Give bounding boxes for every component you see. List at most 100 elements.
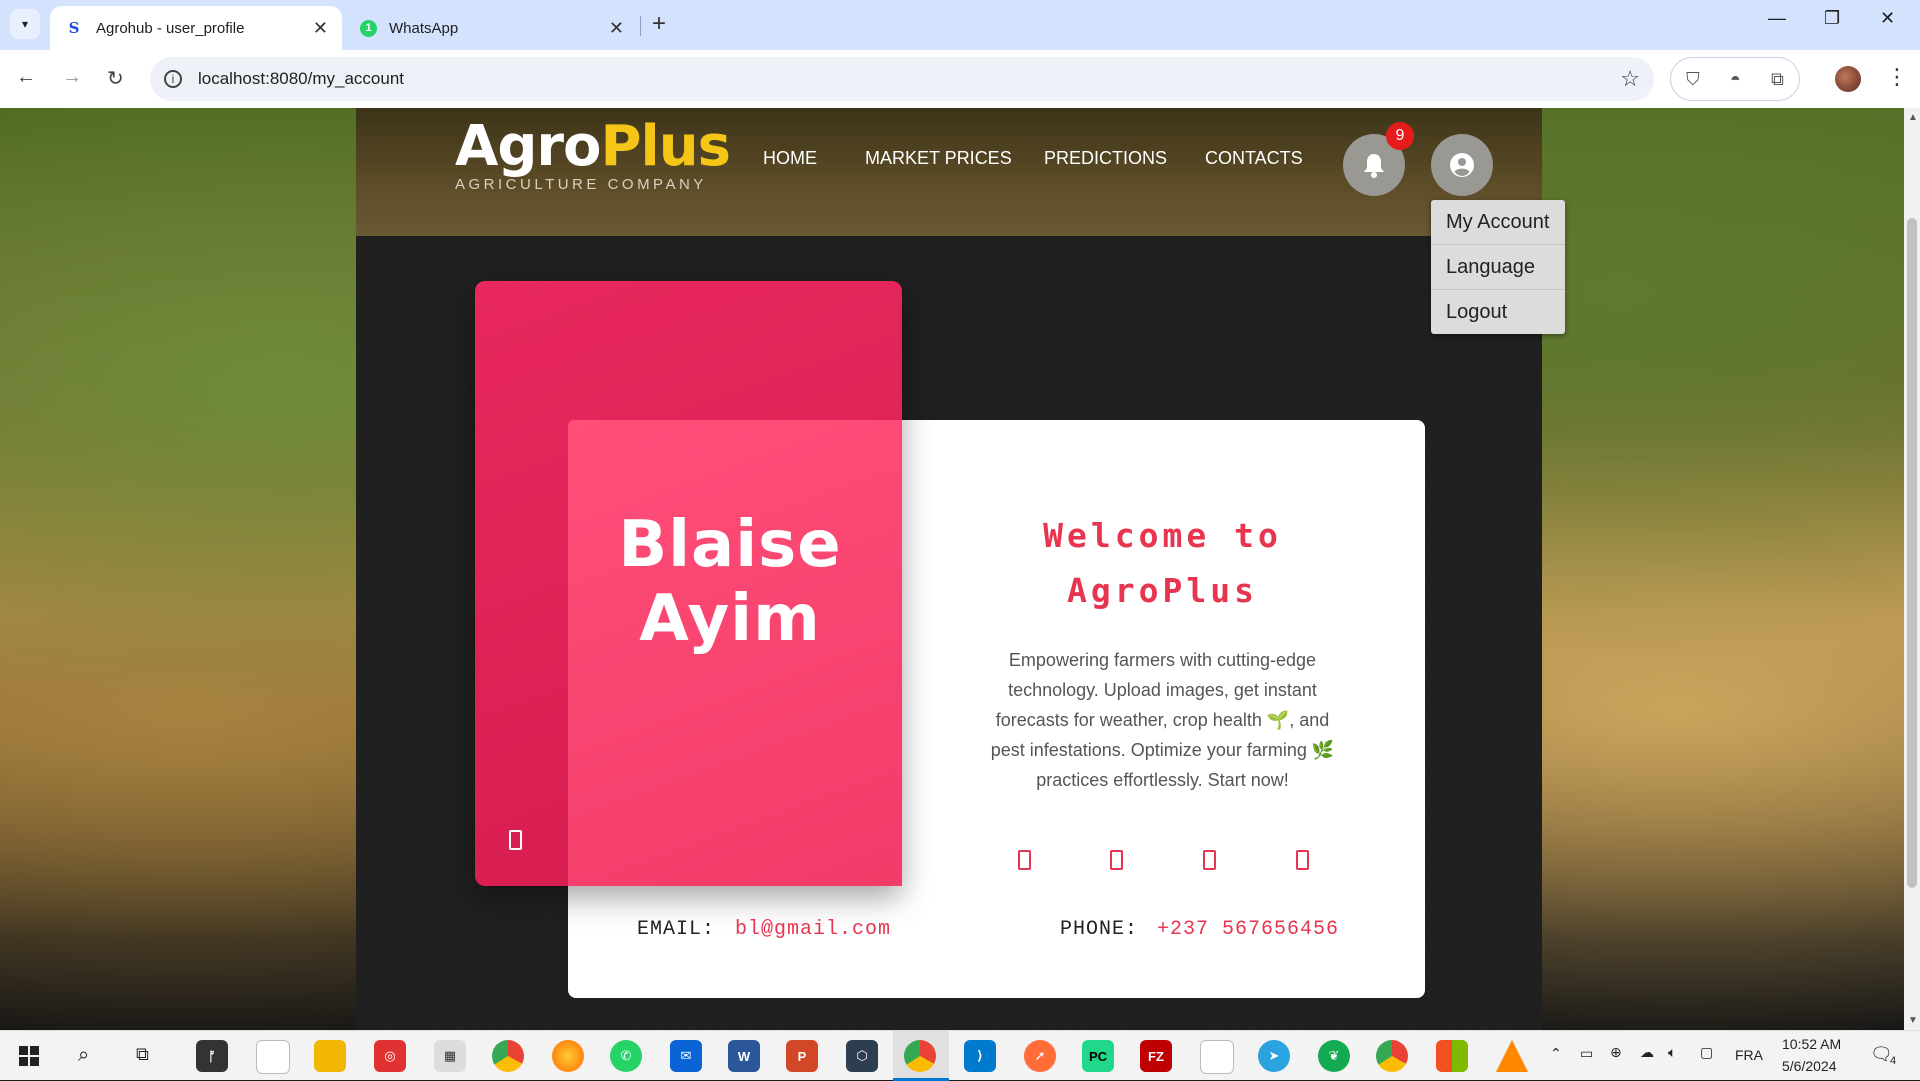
word-icon[interactable]: W [728,1040,760,1072]
phone-label: PHONE: [1060,918,1139,941]
incognito-extension-icon[interactable]: ◓ [1730,69,1741,90]
chrome-icon[interactable] [492,1040,524,1072]
browser-menu-icon[interactable]: ⋮ [1886,64,1908,90]
firefox-icon[interactable] [552,1040,584,1072]
task-view-icon[interactable]: ⧉ [136,1044,149,1065]
screen-recorder-icon[interactable]: ◎ [374,1040,406,1072]
extensions-group: ⛉ ◓ ⧉ [1670,57,1800,101]
minimize-icon[interactable]: — [1768,8,1786,29]
tab-whatsapp[interactable]: 1 WhatsApp ✕ [346,6,638,50]
meet-icon[interactable]: ▢ [1700,1044,1713,1061]
page-scrollbar[interactable]: ▲ ▼ [1904,108,1920,1030]
restore-icon[interactable]: ❐ [1824,8,1840,29]
forward-icon[interactable]: → [62,66,82,89]
back-icon[interactable]: ← [16,66,36,89]
powerpoint-icon[interactable]: P [786,1040,818,1072]
clock-date[interactable]: 5/6/2024 [1782,1058,1837,1074]
input-language[interactable]: FRA [1735,1047,1763,1063]
whatsapp-icon[interactable]: ✆ [610,1040,642,1072]
mail-icon[interactable]: ✉ [670,1040,702,1072]
profile-description: Empowering farmers with cutting-edge tec… [990,650,1335,790]
notification-count-badge: 9 [1386,122,1414,150]
social-link-1-icon[interactable] [1018,850,1031,870]
bell-icon [1364,154,1384,178]
search-icon[interactable]: ⌕ [78,1044,89,1067]
logo-tagline: AGRICULTURE COMPANY [455,176,707,193]
tab-search-chevron-icon[interactable]: ▾ [10,9,40,39]
nav-home[interactable]: HOME [763,148,817,169]
scroll-up-icon[interactable]: ▲ [1908,112,1918,123]
menu-item-language[interactable]: Language [1431,245,1565,290]
clock-time[interactable]: 10:52 AM [1782,1036,1841,1052]
account-button[interactable] [1431,134,1493,196]
windows-taskbar: ⌕ ⧉ ᚩ ◎ ▦ ✆ ✉ W P ⬡ ⟩ ➚ PC FZ ➤ ❦ ⌃ ▭ ⊕ … [0,1030,1920,1081]
menu-item-my-account[interactable]: My Account [1431,200,1565,245]
email-label: EMAIL: [637,918,716,941]
notepad-icon[interactable] [256,1040,290,1074]
url-text[interactable]: localhost:8080/my_account [198,69,404,89]
notification-center-count: 4 [1890,1055,1897,1067]
page-viewport: AgroPlus AGRICULTURE COMPANY HOME MARKET… [0,108,1904,1030]
pycharm-icon[interactable]: PC [1082,1040,1114,1072]
tab-title: WhatsApp [389,19,459,37]
chrome-active-icon[interactable] [904,1040,936,1072]
telegram-icon[interactable]: ➤ [1258,1040,1290,1072]
shield-extension-icon[interactable]: ⛉ [1686,69,1700,90]
account-dropdown-menu: My Account Language Logout [1431,200,1565,334]
logo-plus-text: Plus [600,114,731,179]
tab-agrohub[interactable]: S Agrohub - user_profile ✕ [50,6,342,50]
battery-icon[interactable]: ▭ [1580,1045,1593,1062]
scrollbar-thumb[interactable] [1907,218,1917,888]
site-logo[interactable]: AgroPlus [455,114,731,179]
agrohub-favicon-icon: S [68,19,80,37]
profile-name: Blaise Ayim [618,508,842,656]
chrome-profile-icon[interactable] [1376,1040,1408,1072]
nav-predictions[interactable]: PREDICTIONS [1044,148,1167,169]
menu-item-logout[interactable]: Logout [1431,290,1565,334]
welcome-heading: Welcome to AgroPlus [980,508,1345,618]
volume-icon[interactable]: 🔈︎ [1668,1044,1676,1061]
whatsapp-favicon-icon: 1 [360,19,377,37]
social-link-2-icon[interactable] [1110,850,1123,870]
document-icon[interactable] [1200,1040,1234,1074]
social-link-4-icon[interactable] [1296,850,1309,870]
bookmark-star-icon[interactable]: ☆ [1620,66,1640,92]
tab-title: Agrohub - user_profile [96,19,245,37]
close-window-icon[interactable]: ✕ [1880,8,1895,29]
globe-icon[interactable]: ⊕ [1610,1044,1622,1061]
winrar-icon[interactable] [1436,1040,1468,1072]
tray-chevron-up-icon[interactable]: ⌃ [1550,1045,1562,1062]
nav-contacts[interactable]: CONTACTS [1205,148,1303,169]
close-tab-icon[interactable]: ✕ [609,18,624,39]
tab-separator [640,16,641,36]
windows-start-icon[interactable] [19,1046,39,1066]
vlc-icon[interactable] [1496,1040,1528,1072]
logo-agro-text: Agro [455,114,602,179]
welcome-line-1: Welcome to [1043,516,1282,555]
file-explorer-icon[interactable] [314,1040,346,1072]
browser-tab-bar: ▾ S Agrohub - user_profile ✕ 1 WhatsApp … [0,0,1920,50]
keyboard-app-icon[interactable]: ᚩ [196,1040,228,1072]
new-tab-icon[interactable]: + [652,10,666,38]
user-circle-icon [1450,153,1474,177]
nav-market-prices[interactable]: MARKET PRICES [865,148,1012,169]
puzzle-extensions-icon[interactable]: ⧉ [1771,69,1784,90]
profile-avatar[interactable] [1835,66,1861,92]
site-info-icon[interactable]: i [164,70,182,88]
phone-icon[interactable] [509,830,522,850]
calculator-icon[interactable]: ▦ [434,1040,466,1072]
scroll-down-icon[interactable]: ▼ [1908,1015,1918,1026]
email-value: bl@gmail.com [735,918,892,941]
filezilla-icon[interactable]: FZ [1140,1040,1172,1072]
postman-icon[interactable]: ➚ [1024,1040,1056,1072]
virtualbox-icon[interactable]: ⬡ [846,1040,878,1072]
reload-icon[interactable]: ↻ [107,66,124,91]
browser-toolbar: ← → ↻ i localhost:8080/my_account ☆ ⛉ ◓ … [0,50,1920,108]
close-tab-icon[interactable]: ✕ [313,18,328,39]
cloud-icon[interactable]: ☁ [1640,1044,1654,1061]
social-link-3-icon[interactable] [1203,850,1216,870]
mongodb-icon[interactable]: ❦ [1318,1040,1350,1072]
phone-value: +237 567656456 [1157,918,1340,941]
address-bar[interactable]: i localhost:8080/my_account ☆ [150,57,1654,101]
vscode-icon[interactable]: ⟩ [964,1040,996,1072]
